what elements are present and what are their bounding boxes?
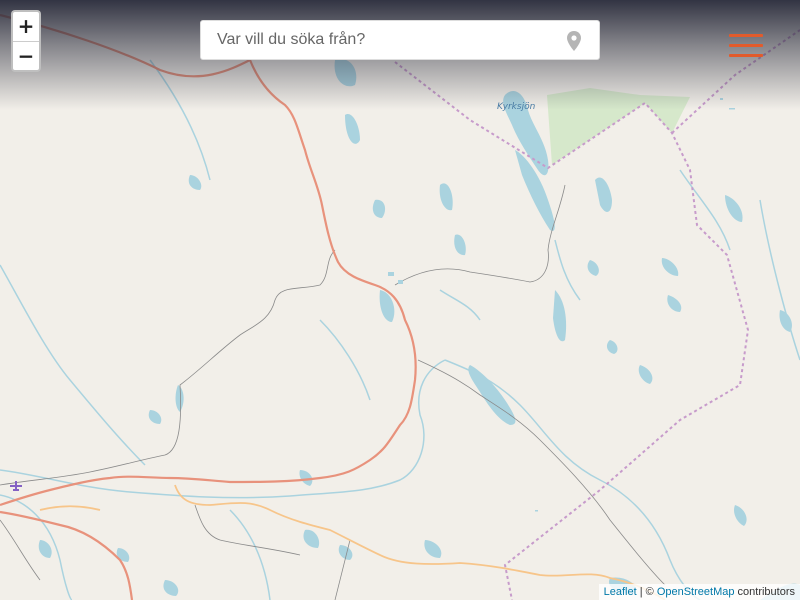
lake-label-kyrksjon: Kyrksjön xyxy=(497,102,536,112)
search-bar xyxy=(200,20,600,60)
search-input[interactable] xyxy=(201,21,551,59)
menu-bar-middle xyxy=(729,44,763,47)
map-canvas[interactable]: Kyrksjön xyxy=(0,0,800,600)
zoom-control: + − xyxy=(11,10,41,72)
attribution-separator: | © xyxy=(636,586,657,598)
openstreetmap-link[interactable]: OpenStreetMap xyxy=(657,586,735,598)
zoom-in-button[interactable]: + xyxy=(13,12,39,41)
hamburger-menu-icon[interactable] xyxy=(729,34,763,60)
zoom-out-button[interactable]: − xyxy=(13,41,39,70)
menu-bar-bottom xyxy=(729,54,763,57)
menu-bar-top xyxy=(729,34,763,37)
map-pin-icon[interactable] xyxy=(567,31,581,51)
map-attribution: Leaflet | © OpenStreetMap contributors xyxy=(598,584,800,600)
attribution-contributors: contributors xyxy=(734,586,795,598)
leaflet-link[interactable]: Leaflet xyxy=(604,586,637,598)
